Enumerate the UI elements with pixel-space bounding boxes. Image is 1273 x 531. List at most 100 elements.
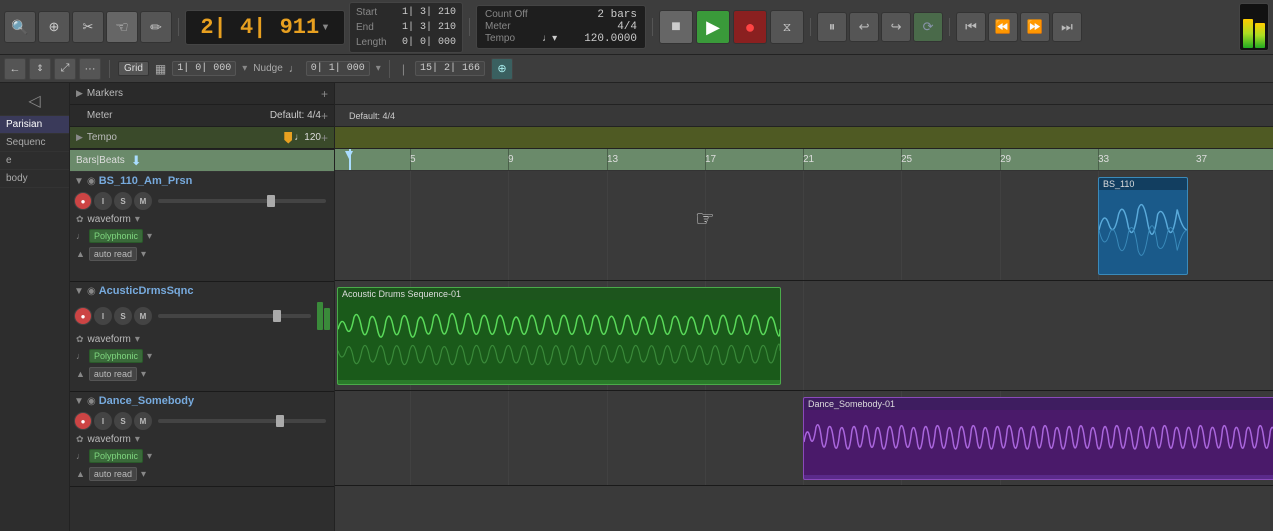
grid-val1[interactable]: 1| 0| 000	[172, 61, 236, 76]
pencil-tool-btn[interactable]: ✏	[140, 11, 172, 43]
track3-auto-btn[interactable]: auto read	[89, 467, 137, 481]
track2-solo-btn[interactable]: S	[114, 307, 132, 325]
tempo-expand-icon[interactable]: ▶	[76, 132, 83, 143]
fast-forward-button[interactable]: ⏩	[1020, 12, 1050, 42]
loop-end-btn[interactable]: ⊕	[491, 58, 513, 80]
markers-row: ▶ Markers +	[70, 83, 334, 105]
bounce-button[interactable]: ↪	[881, 12, 911, 42]
track3-poly-dropdown[interactable]: ▾	[147, 451, 152, 462]
grid-line-9	[508, 149, 509, 170]
markers-add-btn[interactable]: +	[321, 87, 328, 101]
goto-start-button[interactable]: ⏮	[956, 12, 986, 42]
track3-mute-btn[interactable]: ●	[74, 412, 92, 430]
tempo-val[interactable]: 120.0000	[584, 33, 637, 45]
track3-auto-row: ▲ auto read ▾	[70, 465, 334, 483]
track1-waveform-dropdown[interactable]: ▾	[135, 214, 140, 225]
track2-auto-btn[interactable]: auto read	[89, 367, 137, 381]
time-dropdown-icon[interactable]: ▾	[321, 19, 329, 36]
track-row-3: ▼ ◉ Dance_Somebody ● I S M ✿ waveform ▾	[70, 392, 334, 487]
grid-line-5	[410, 149, 411, 170]
track3-mon-btn[interactable]: M	[134, 412, 152, 430]
track2-clip-acoustic-drums[interactable]: Acoustic Drums Sequence-01	[337, 287, 781, 385]
track3-input-btn[interactable]: I	[94, 412, 112, 430]
markers-expand-icon[interactable]: ▶	[76, 88, 83, 99]
pause-button[interactable]: ⏸	[817, 12, 847, 42]
sel-length-val[interactable]: 0| 0| 000	[402, 35, 456, 50]
session-item-parisian[interactable]: Parisian	[0, 116, 69, 134]
track2-waveform-label: waveform	[88, 334, 131, 345]
track2-auto-dropdown[interactable]: ▾	[141, 369, 146, 380]
count-off-val: 2 bars	[597, 9, 637, 21]
bar-number-17: 17	[705, 154, 716, 165]
bar-number-21: 21	[803, 154, 814, 165]
tempo-row[interactable]: Tempo ♩▾ 120.0000	[485, 33, 637, 45]
home-btn[interactable]: ⤢	[54, 58, 76, 80]
time-display[interactable]: 2| 4| 911 ▾	[185, 10, 345, 45]
scrub-button[interactable]: ⟳	[913, 12, 943, 42]
track3-auto-dropdown[interactable]: ▾	[141, 469, 146, 480]
nav-arrows: ← ⇕ ⤢ ···	[4, 58, 101, 80]
track1-auto-dropdown[interactable]: ▾	[141, 249, 146, 260]
collapse-session-btn[interactable]: ◁	[0, 87, 69, 116]
end-position-val[interactable]: 15| 2| 166	[415, 61, 485, 76]
record-button[interactable]: ●	[733, 10, 767, 44]
meter-add-btn[interactable]: +	[321, 109, 328, 123]
track1-collapse-icon[interactable]: ▼	[74, 176, 84, 187]
track2-collapse-icon[interactable]: ▼	[74, 286, 84, 297]
smart-tool-btn[interactable]: ⊕	[38, 11, 70, 43]
goto-end-button[interactable]: ⏭	[1052, 12, 1082, 42]
track3-collapse-icon[interactable]: ▼	[74, 396, 84, 407]
track2-input-btn[interactable]: I	[94, 307, 112, 325]
arrow-left-btn[interactable]: ←	[4, 58, 26, 80]
track2-fader[interactable]	[158, 314, 311, 318]
more-btn[interactable]: ···	[79, 58, 101, 80]
session-item-body[interactable]: body	[0, 170, 69, 188]
track1-clip-bs110[interactable]: BS_110	[1098, 177, 1188, 275]
track2-mon-btn[interactable]: M	[134, 307, 152, 325]
track1-solo-btn[interactable]: S	[114, 192, 132, 210]
track2-waveform-dropdown[interactable]: ▾	[135, 334, 140, 345]
grid-dropdown-icon[interactable]: ▾	[242, 63, 247, 74]
grid-line-25	[901, 149, 902, 170]
play-button[interactable]: ▶	[696, 10, 730, 44]
markers-label: Markers	[87, 88, 321, 99]
track3-clip-dance-somebody[interactable]: Dance_Somebody-01 php	[803, 397, 1273, 480]
session-item-e[interactable]: e	[0, 152, 69, 170]
track2-mute-btn[interactable]: ●	[74, 307, 92, 325]
arrow-right-btn[interactable]: ⇕	[29, 58, 51, 80]
track2-poly-dropdown[interactable]: ▾	[147, 351, 152, 362]
nudge-dropdown-icon[interactable]: ▾	[376, 63, 381, 74]
cursor-marker-icon: |	[402, 62, 405, 76]
nudge-val[interactable]: 0| 1| 000	[306, 61, 370, 76]
hand-tool-btn[interactable]: ☜	[106, 11, 138, 43]
track1-poly-btn[interactable]: Polyphonic	[89, 229, 143, 243]
nudge-note-icon: ♩	[289, 63, 300, 75]
trim-tool-btn[interactable]: ✂	[72, 11, 104, 43]
track1-grid-4	[705, 171, 706, 280]
track2-grid-5	[803, 281, 804, 390]
track3-solo-btn[interactable]: S	[114, 412, 132, 430]
track1-auto-btn[interactable]: auto read	[89, 247, 137, 261]
loop-button[interactable]: ⧖	[770, 10, 804, 44]
track1-input-btn[interactable]: I	[94, 192, 112, 210]
rewind-button[interactable]: ⏪	[988, 12, 1018, 42]
track3-poly-btn[interactable]: Polyphonic	[89, 449, 143, 463]
track3-waveform-dropdown[interactable]: ▾	[135, 434, 140, 445]
session-item-sequence[interactable]: Sequenc	[0, 134, 69, 152]
track1-fader[interactable]	[158, 199, 326, 203]
track3-fader[interactable]	[158, 419, 326, 423]
track2-header: ▼ ◉ AcusticDrmsSqnc	[70, 282, 334, 300]
track1-mon-btn[interactable]: M	[134, 192, 152, 210]
track2-poly-btn[interactable]: Polyphonic	[89, 349, 143, 363]
magnifier-tool-btn[interactable]: 🔍	[4, 11, 36, 43]
return-to-zero-button[interactable]: ↩	[849, 12, 879, 42]
track1-mute-btn[interactable]: ●	[74, 192, 92, 210]
loop-transport-buttons: ⏸ ↩ ↪ ⟳	[817, 12, 943, 42]
sel-end-val[interactable]: 1| 3| 210	[402, 20, 456, 35]
track2-fader-thumb	[273, 310, 281, 322]
stop-button[interactable]: ■	[659, 10, 693, 44]
sel-start-val[interactable]: 1| 3| 210	[402, 5, 456, 20]
track1-poly-dropdown[interactable]: ▾	[147, 231, 152, 242]
track1-grid-5	[803, 171, 804, 280]
tempo-add-btn[interactable]: +	[321, 131, 328, 145]
